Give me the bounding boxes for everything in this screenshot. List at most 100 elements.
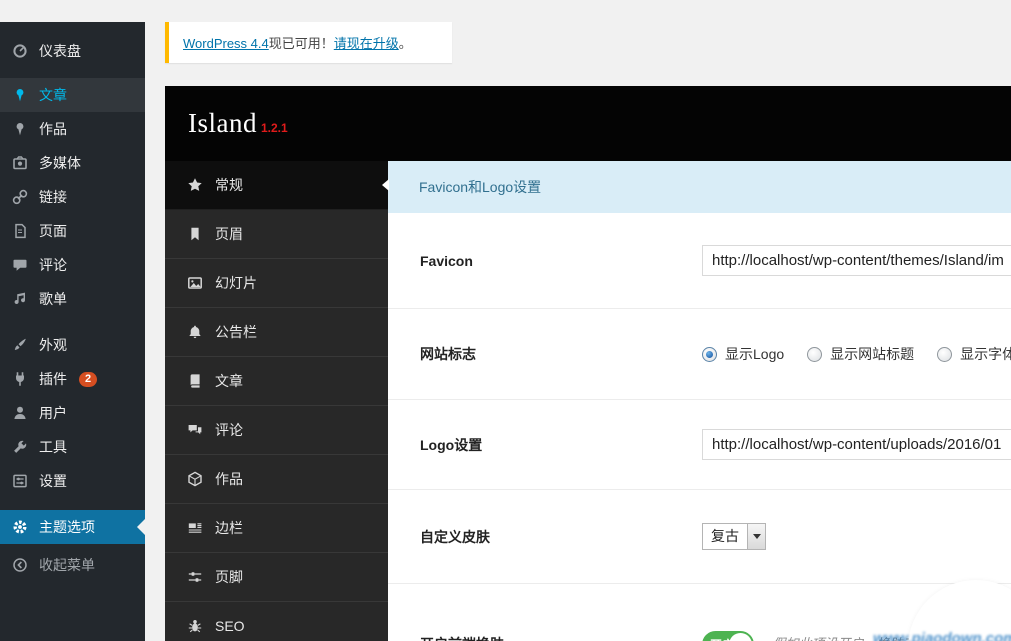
tab-footer[interactable]: 页脚 (165, 553, 388, 602)
sidebar-item-label: 收起菜单 (39, 555, 95, 575)
theme-tabs: 常规 页眉 幻灯片 公 (165, 161, 388, 641)
setting-row-logo: Logo设置 (388, 400, 1011, 490)
camera-icon (11, 154, 29, 172)
tab-comments[interactable]: 评论 (165, 406, 388, 455)
notice-text: 现已可用！ (269, 36, 334, 51)
theme-brand: Island (188, 86, 257, 161)
tab-label: 评论 (215, 420, 243, 440)
radio-option-show-font-icon[interactable]: 显示字体图标 (937, 344, 1011, 364)
tab-header[interactable]: 页眉 (165, 210, 388, 259)
radio-button[interactable] (937, 347, 952, 362)
comment-icon (11, 256, 29, 274)
sidebar-item-collapse-menu[interactable]: 收起菜单 (0, 548, 145, 582)
tab-label: 常规 (215, 175, 243, 195)
gear-icon (11, 518, 29, 536)
tab-label: 页眉 (215, 224, 243, 244)
tab-label: 作品 (215, 469, 243, 489)
setting-label: 网站标志 (388, 344, 702, 364)
star-icon (187, 177, 203, 193)
setting-label: Favicon (388, 253, 702, 269)
admin-content-area: WordPress 4.4现已可用！请现在升级。 Island 1.2.1 常规 (145, 22, 1011, 641)
setting-row-site-logo: 网站标志 显示Logo 显示网站标题 显示字体图标 (388, 309, 1011, 400)
sidebar-item-playlist[interactable]: 歌单 (0, 282, 145, 316)
radio-label: 显示Logo (725, 344, 784, 364)
tab-sidebar[interactable]: 边栏 (165, 504, 388, 553)
sidebar-item-label: 用户 (39, 403, 67, 423)
sidebar-item-label: 工具 (39, 437, 67, 457)
setting-label: Logo设置 (388, 435, 702, 455)
sidebar-item-pages[interactable]: 页面 (0, 214, 145, 248)
tab-label: 边栏 (215, 518, 243, 538)
tab-announcement[interactable]: 公告栏 (165, 308, 388, 357)
sliders-icon (187, 569, 203, 585)
cube-icon (187, 471, 203, 487)
sidebar-item-settings[interactable]: 设置 (0, 464, 145, 498)
logo-url-input[interactable] (702, 429, 1011, 460)
tab-works[interactable]: 作品 (165, 455, 388, 504)
sidebar-item-works[interactable]: 作品 (0, 112, 145, 146)
sidebar-item-label: 页面 (39, 221, 67, 241)
update-notice: WordPress 4.4现已可用！请现在升级。 (165, 22, 452, 63)
sidebar-item-label: 多媒体 (39, 153, 81, 173)
image-icon (187, 275, 203, 291)
upgrade-now-link[interactable]: 请现在升级 (334, 36, 399, 51)
tab-label: 幻灯片 (215, 273, 257, 293)
wrench-icon (11, 438, 29, 456)
toggle-knob (729, 633, 752, 641)
wordpress-version-link[interactable]: WordPress 4.4 (183, 36, 269, 51)
sidebar-item-appearance[interactable]: 外观 (0, 328, 145, 362)
radio-option-show-logo[interactable]: 显示Logo (702, 344, 784, 364)
theme-panel-header: Island 1.2.1 (165, 86, 1011, 161)
sidebar-item-label: 歌单 (39, 289, 67, 309)
watermark-text: www.piaodown.com (873, 630, 1011, 641)
sidebar-item-label: 设置 (39, 471, 67, 491)
radio-option-show-site-title[interactable]: 显示网站标题 (807, 344, 914, 364)
sidebar-item-comments[interactable]: 评论 (0, 248, 145, 282)
book-icon (187, 373, 203, 389)
sidebar-item-label: 插件 (39, 369, 67, 389)
section-title: Favicon和Logo设置 (388, 161, 1011, 213)
notice-period: 。 (399, 36, 412, 51)
sidebar-item-label: 作品 (39, 119, 67, 139)
sidebar-item-dashboard[interactable]: 仪表盘 (0, 34, 145, 68)
setting-label: 开启前端换肤 (388, 634, 702, 641)
skin-select[interactable]: 复古 (702, 523, 766, 550)
tab-posts[interactable]: 文章 (165, 357, 388, 406)
user-icon (11, 404, 29, 422)
setting-row-custom-skin: 自定义皮肤 复古 (388, 490, 1011, 584)
tab-slideshow[interactable]: 幻灯片 (165, 259, 388, 308)
sidebar-item-tools[interactable]: 工具 (0, 430, 145, 464)
theme-version: 1.2.1 (261, 121, 288, 135)
setting-label: 自定义皮肤 (388, 527, 702, 547)
sidebar-item-plugins[interactable]: 插件 2 (0, 362, 145, 396)
select-dropdown-arrow-icon[interactable] (747, 524, 765, 549)
favicon-url-input[interactable] (702, 245, 1011, 276)
skin-select-value: 复古 (703, 524, 747, 549)
document-icon (11, 222, 29, 240)
radio-button[interactable] (807, 347, 822, 362)
sidebar-item-posts[interactable]: 文章 (0, 78, 145, 112)
frontend-skin-toggle[interactable]: 开启 (702, 631, 754, 641)
sidebar-item-theme-options[interactable]: 主题选项 (0, 510, 145, 544)
sidebar-item-label: 主题选项 (39, 517, 95, 537)
theme-options-panel: Island 1.2.1 常规 页眉 (165, 86, 1011, 641)
radio-label: 显示网站标题 (830, 344, 914, 364)
pin-icon (11, 120, 29, 138)
bookmark-icon (187, 226, 203, 242)
tab-label: 文章 (215, 371, 243, 391)
settings-icon (11, 472, 29, 490)
sidebar-item-links[interactable]: 链接 (0, 180, 145, 214)
pin-icon (11, 86, 29, 104)
tab-label: SEO (215, 618, 245, 634)
sidebar-item-users[interactable]: 用户 (0, 396, 145, 430)
sidebar-item-label: 外观 (39, 335, 67, 355)
radio-button-checked[interactable] (702, 347, 717, 362)
sidebar-item-media[interactable]: 多媒体 (0, 146, 145, 180)
plug-icon (11, 370, 29, 388)
tab-general[interactable]: 常规 (165, 161, 388, 210)
sidebar-item-label: 链接 (39, 187, 67, 207)
comments-icon (187, 422, 203, 438)
collapse-arrow-icon (11, 556, 29, 574)
tab-seo[interactable]: SEO (165, 602, 388, 641)
tab-label: 公告栏 (215, 322, 257, 342)
